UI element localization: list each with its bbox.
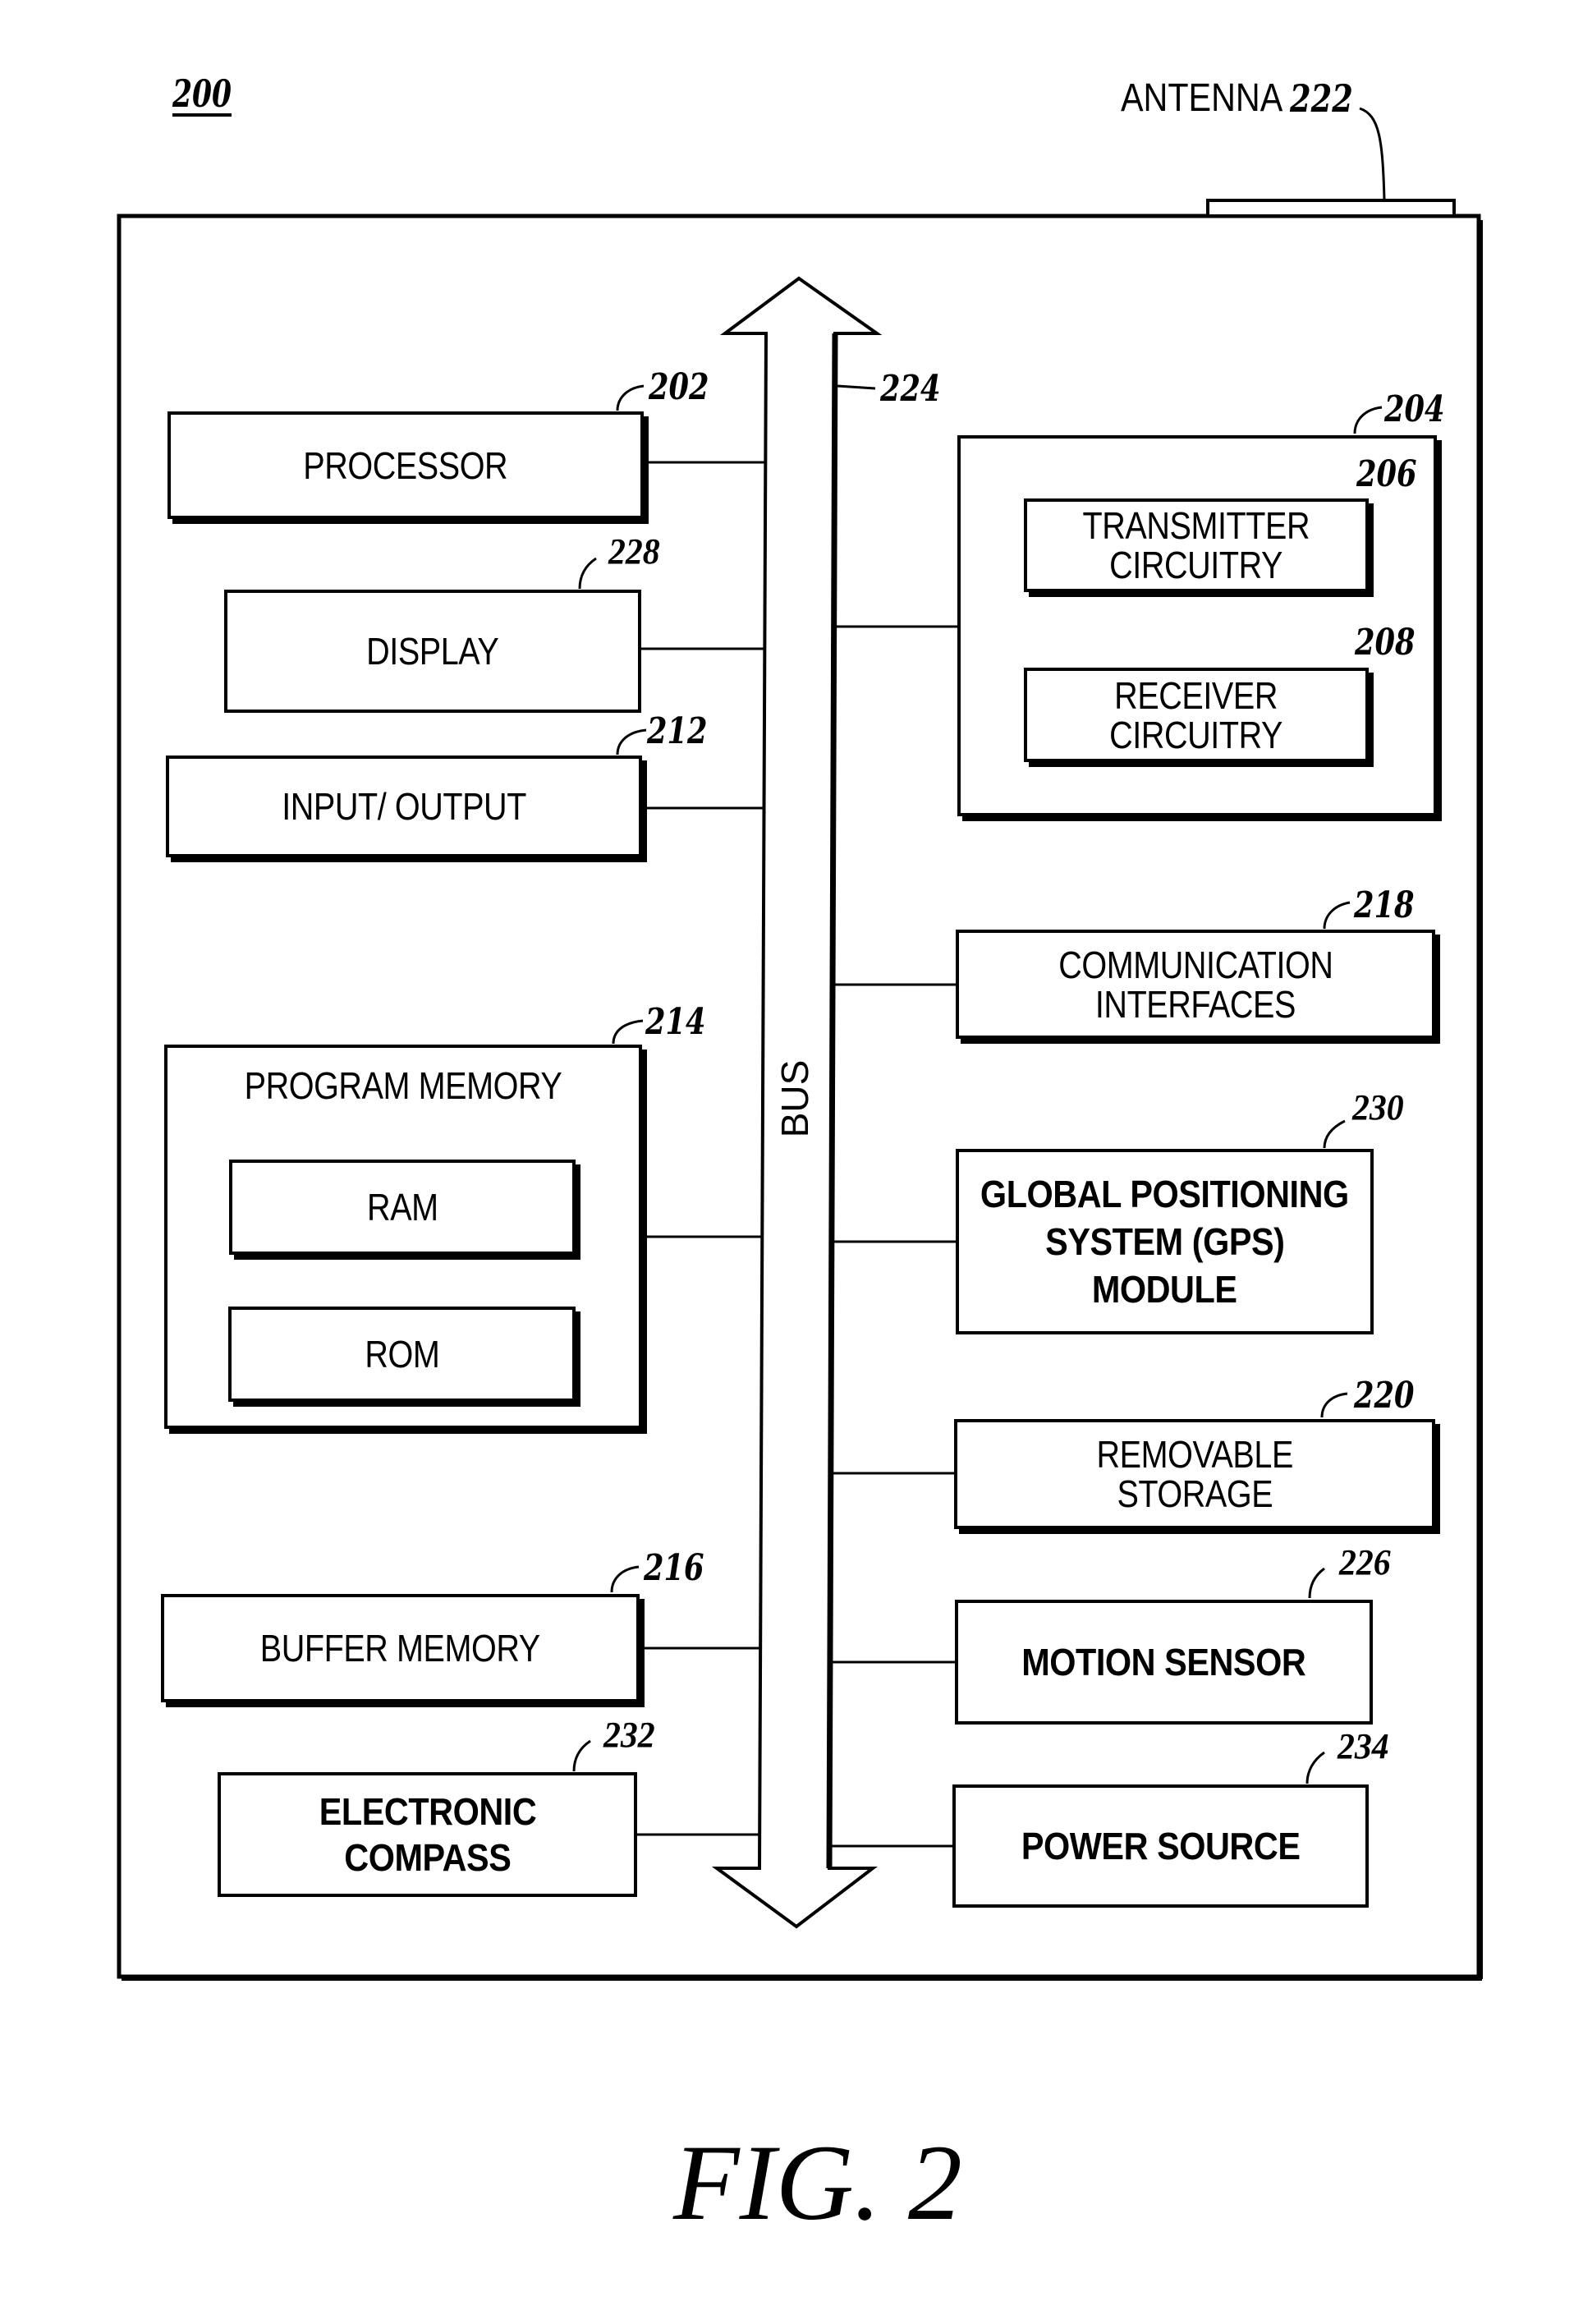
- leader-232: [572, 1739, 591, 1772]
- receiver-circuitry-block: RECEIVER CIRCUITRY: [1024, 668, 1369, 762]
- antenna-leader: [1359, 107, 1386, 200]
- transmitter-ref: 206: [1356, 453, 1417, 495]
- removable-storage-block: REMOVABLE STORAGE: [954, 1419, 1435, 1529]
- leader-220: [1320, 1392, 1348, 1418]
- leader-226: [1308, 1567, 1325, 1599]
- removable-storage-label-line1: REMOVABLE: [1096, 1433, 1293, 1476]
- gps-label-line2: SYSTEM (GPS): [1044, 1220, 1285, 1263]
- transmitter-label-line1: TRANSMITTER: [1082, 504, 1310, 547]
- power-source-ref: 234: [1338, 1726, 1389, 1766]
- rom-block: ROM: [228, 1307, 576, 1402]
- transmitter-circuitry-block: TRANSMITTER CIRCUITRY: [1024, 498, 1369, 592]
- motion-sensor-ref: 226: [1339, 1542, 1391, 1582]
- motion-sensor-block: MOTION SENSOR: [955, 1600, 1373, 1725]
- power-source-label: POWER SOURCE: [1021, 1825, 1301, 1867]
- buffer-memory-ref: 216: [644, 1547, 704, 1589]
- processor-label: PROCESSOR: [303, 443, 508, 487]
- transceiver-ref: 204: [1384, 388, 1445, 430]
- electronic-compass-block: ELECTRONIC COMPASS: [218, 1772, 637, 1897]
- leader-218: [1323, 901, 1351, 930]
- motion-sensor-label: MOTION SENSOR: [1021, 1641, 1306, 1683]
- antenna-element: [1206, 199, 1456, 218]
- buffer-memory-block: BUFFER MEMORY: [161, 1594, 640, 1702]
- gps-ref: 230: [1352, 1087, 1404, 1128]
- leader-234: [1305, 1751, 1325, 1784]
- electronic-compass-ref: 232: [603, 1715, 655, 1755]
- processor-ref: 202: [649, 366, 709, 408]
- input-output-block: INPUT/ OUTPUT: [166, 756, 642, 857]
- rom-label: ROM: [364, 1333, 439, 1376]
- removable-storage-label-line2: STORAGE: [1117, 1472, 1273, 1515]
- antenna-label: ANTENNA: [1121, 76, 1283, 120]
- leader-202: [616, 384, 645, 411]
- bus-ref: 224: [880, 368, 941, 410]
- gps-label-line3: MODULE: [1092, 1268, 1237, 1311]
- transmitter-label-line2: CIRCUITRY: [1109, 544, 1283, 586]
- communication-interfaces-label-line2: INTERFACES: [1094, 982, 1296, 1026]
- input-output-ref: 212: [647, 710, 708, 752]
- processor-block: PROCESSOR: [167, 411, 644, 519]
- communication-interfaces-block: COMMUNICATION INTERFACES: [956, 930, 1435, 1039]
- ram-block: RAM: [229, 1160, 576, 1255]
- electronic-compass-label-line1: ELECTRONIC: [319, 1790, 536, 1833]
- display-block: DISPLAY: [224, 590, 641, 713]
- communication-interfaces-ref: 218: [1354, 884, 1415, 926]
- buffer-memory-label: BUFFER MEMORY: [260, 1627, 540, 1670]
- input-output-label: INPUT/ OUTPUT: [282, 785, 526, 828]
- communication-interfaces-label-line1: COMMUNICATION: [1058, 943, 1333, 986]
- program-memory-ref: 214: [645, 1001, 706, 1043]
- display-ref: 228: [608, 531, 660, 572]
- gps-module-block: GLOBAL POSITIONING SYSTEM (GPS) MODULE: [956, 1149, 1374, 1334]
- figure-caption: FIG. 2: [673, 2122, 962, 2243]
- bus-ref-leader: [837, 384, 876, 390]
- leader-212: [616, 728, 647, 756]
- program-memory-label: PROGRAM MEMORY: [244, 1064, 562, 1107]
- leader-204: [1353, 406, 1383, 434]
- antenna-ref: 222: [1290, 76, 1353, 121]
- figure-ref: 200: [172, 71, 232, 116]
- receiver-label-line2: CIRCUITRY: [1109, 713, 1283, 756]
- leader-230: [1323, 1119, 1346, 1149]
- ram-label: RAM: [366, 1186, 438, 1229]
- bus-label: BUS: [773, 1059, 816, 1138]
- gps-label-line1: GLOBAL POSITIONING: [980, 1173, 1349, 1215]
- leader-228: [578, 557, 597, 590]
- leader-216: [610, 1565, 640, 1593]
- receiver-label-line1: RECEIVER: [1114, 673, 1278, 717]
- receiver-ref: 208: [1355, 622, 1416, 664]
- removable-storage-ref: 220: [1354, 1375, 1415, 1417]
- display-label: DISPLAY: [366, 630, 499, 673]
- leader-214: [612, 1019, 644, 1045]
- electronic-compass-label-line2: COMPASS: [343, 1836, 512, 1879]
- power-source-block: POWER SOURCE: [952, 1784, 1369, 1908]
